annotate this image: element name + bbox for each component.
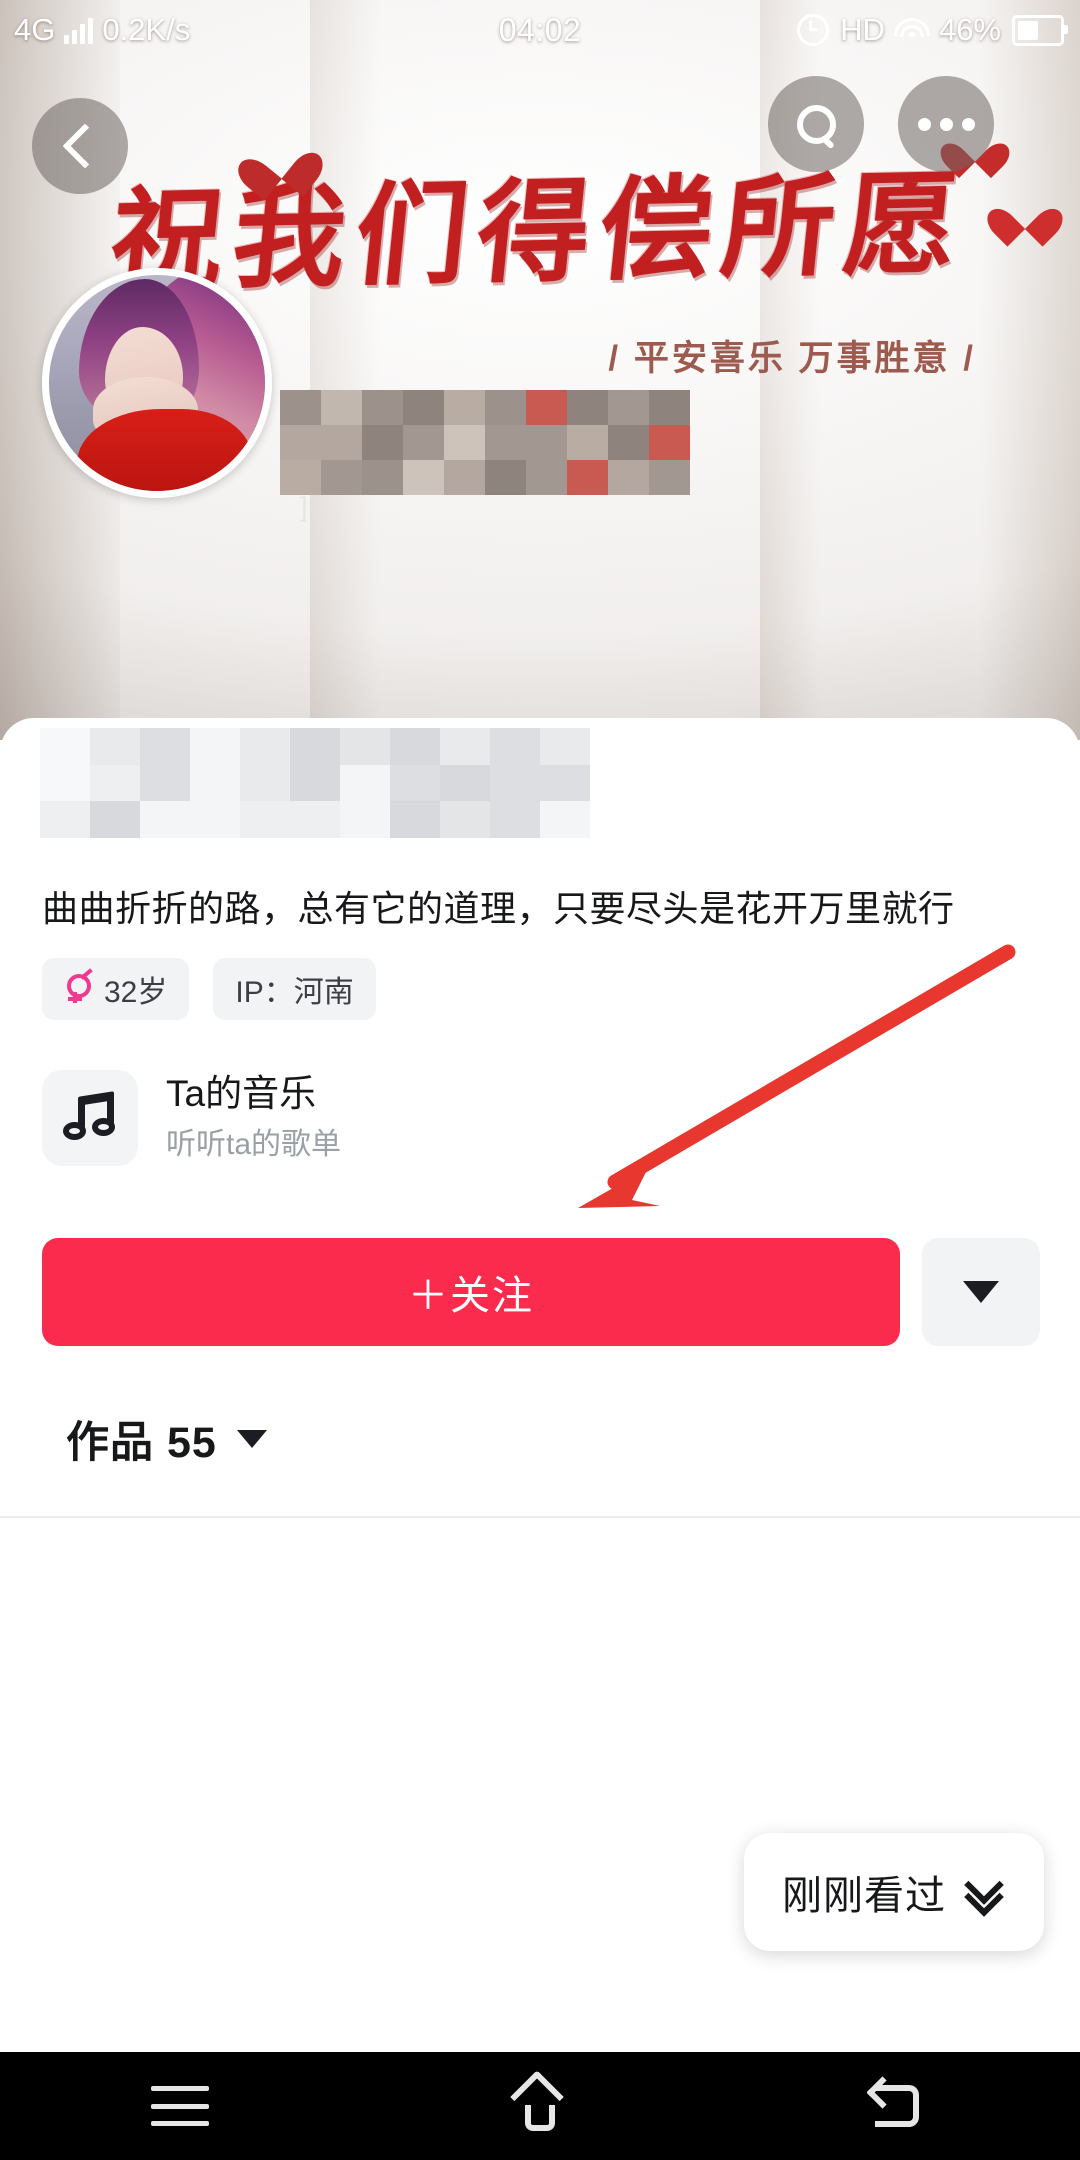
avatar-art [77,409,252,491]
recently-viewed-pill[interactable]: 刚刚看过 [744,1833,1044,1951]
chip-ip-label: IP：河南 [235,976,354,1009]
avatar[interactable] [42,268,272,498]
bracket-glyph: ] [300,492,308,522]
alarm-icon [797,14,830,46]
heart-icon [249,134,310,192]
return-icon [866,2076,929,2131]
chip-ip: IP：河南 [213,958,376,1020]
music-title: Ta的音乐 [166,1072,317,1114]
music-note-glyph [62,1091,118,1144]
follow-more-button[interactable] [922,1238,1040,1346]
works-header[interactable]: 作品 55 [66,1408,267,1470]
music-text: Ta的音乐 听听ta的歌单 [166,1071,341,1166]
android-nav-bar [0,2052,1080,2160]
music-entry[interactable]: Ta的音乐 听听ta的歌单 [42,1070,341,1166]
nav-back-button[interactable] [840,2052,960,2160]
profile-bio: 曲曲折折的路，总有它的道理，只要尽头是花开万里就行 [42,888,955,929]
heart-icon [1000,192,1050,238]
battery-percent: 46% [938,12,1001,47]
search-icon [795,103,837,150]
chip-age[interactable]: 32岁 [42,958,190,1020]
follow-button[interactable]: ＋关注 [42,1238,900,1346]
works-label: 作品 55 [66,1419,217,1467]
back-chevron-icon [61,123,108,169]
search-button[interactable] [768,76,864,172]
phone-screen: 祝我们得偿所愿 / 平安喜乐 万事胜意 / ] 4G 0.2K/s 04:02 … [0,0,1080,2160]
more-dots-icon [917,117,931,131]
wifi-icon [893,17,930,43]
music-subtitle: 听听ta的歌单 [166,1127,342,1161]
battery-icon [1012,14,1068,46]
more-button[interactable] [898,76,994,172]
username-censored [280,390,690,495]
double-chevron-down-icon [964,1865,1006,1917]
recently-viewed-label: 刚刚看过 [782,1874,946,1918]
status-bar: 4G 0.2K/s 04:02 HD 46% [0,0,1080,60]
profile-chips: 32岁 IP：河南 [42,958,376,1020]
caret-down-icon [963,1281,999,1303]
username-censored-card [40,728,590,839]
menu-icon [151,2086,209,2126]
status-right: HD 46% [797,12,1068,48]
home-icon [510,2070,568,2134]
grid-separator [0,1516,1080,1518]
nav-home-button[interactable] [480,2052,600,2160]
action-row: ＋关注 [42,1238,1040,1346]
music-note-icon [42,1070,138,1166]
more-dots-icon [961,117,975,131]
female-gender-icon [64,968,93,1004]
caret-down-icon [236,1430,267,1448]
nav-menu-button[interactable] [120,2052,240,2160]
banner-subtitle: / 平安喜乐 万事胜意 / [608,339,976,378]
chip-age-label: 32岁 [104,976,168,1009]
more-dots-icon [939,117,953,131]
back-button[interactable] [32,98,128,194]
hd-label: HD [840,12,885,47]
